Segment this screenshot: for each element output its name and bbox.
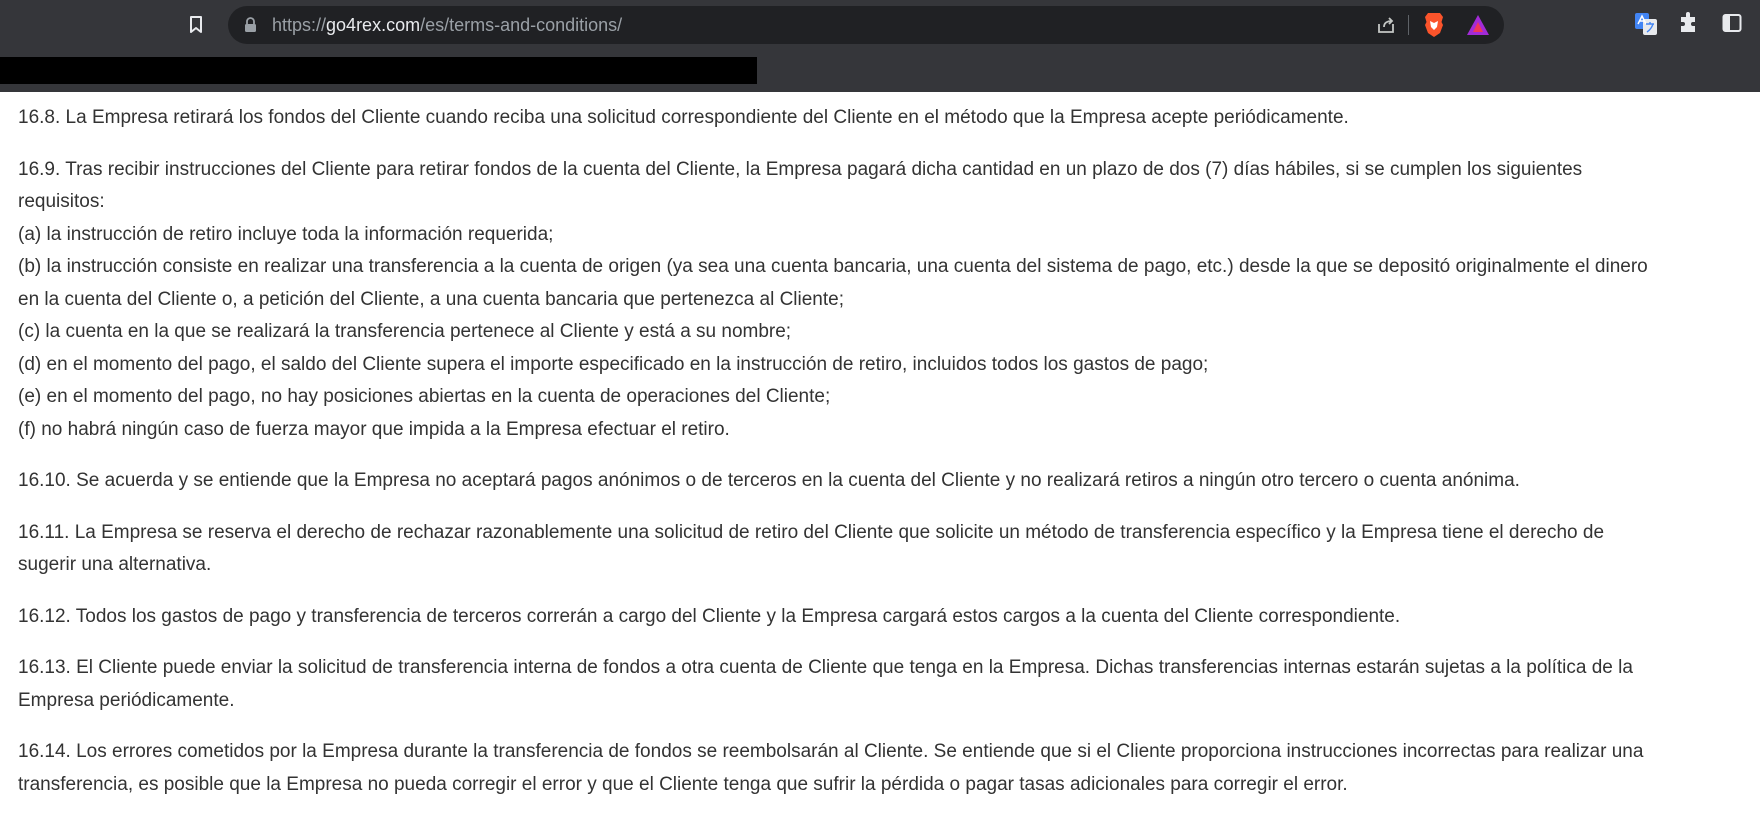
brave-rewards-icon[interactable] xyxy=(1466,14,1490,40)
text-line: Empresa periódicamente. xyxy=(18,689,235,711)
bookmark-icon[interactable] xyxy=(186,14,206,36)
text-line: 16.11. La Empresa se reserva el derecho … xyxy=(18,521,1605,543)
clause-16-14: 16.14. Los errores cometidos por la Empr… xyxy=(18,736,1760,801)
brave-shields-icon[interactable] xyxy=(1422,12,1446,42)
url-text[interactable]: https://go4rex.com/es/terms-and-conditio… xyxy=(272,15,622,36)
redacted-tab-strip xyxy=(0,57,757,84)
clause-16-12: 16.12. Todos los gastos de pago y transf… xyxy=(18,601,1760,634)
list-item-a: (a) la instrucción de retiro incluye tod… xyxy=(18,223,554,245)
clause-16-13: 16.13. El Cliente puede enviar la solici… xyxy=(18,652,1760,717)
lock-icon[interactable] xyxy=(244,17,257,36)
sidebar-icon[interactable] xyxy=(1722,13,1742,37)
browser-toolbar: https://go4rex.com/es/terms-and-conditio… xyxy=(0,0,1760,52)
browser-chrome: https://go4rex.com/es/terms-and-conditio… xyxy=(0,0,1760,92)
list-item-e: (e) en el momento del pago, no hay posic… xyxy=(18,386,831,407)
clause-16-10: 16.10. Se acuerda y se entiende que la E… xyxy=(18,465,1760,498)
omnibox-divider xyxy=(1408,15,1409,35)
list-item-c: (c) la cuenta en la que se realizará la … xyxy=(18,321,792,342)
list-item-d: (d) en el momento del pago, el saldo del… xyxy=(18,353,1209,375)
text-line: 16.9. Tras recibir instrucciones del Cli… xyxy=(18,158,1583,180)
text-line: 16.12. Todos los gastos de pago y transf… xyxy=(18,605,1401,627)
clause-16-8: 16.8. La Empresa retirará los fondos del… xyxy=(18,102,1760,135)
address-bar[interactable]: https://go4rex.com/es/terms-and-conditio… xyxy=(228,6,1504,44)
clause-16-9: 16.9. Tras recibir instrucciones del Cli… xyxy=(18,154,1760,447)
terms-content: 16.8. La Empresa retirará los fondos del… xyxy=(0,92,1760,836)
text-line: requisitos: xyxy=(18,191,105,212)
url-path: /es/terms-and-conditions/ xyxy=(420,15,623,35)
list-item-f: (f) no habrá ningún caso de fuerza mayor… xyxy=(18,418,730,440)
clause-16-11: 16.11. La Empresa se reserva el derecho … xyxy=(18,517,1760,582)
url-host: go4rex.com xyxy=(326,15,421,35)
translate-icon[interactable] xyxy=(1634,12,1658,40)
text-line: 16.13. El Cliente puede enviar la solici… xyxy=(18,657,1633,678)
share-icon[interactable] xyxy=(1376,15,1396,39)
list-item-b: (b) la instrucción consiste en realizar … xyxy=(18,256,1648,277)
text-line: 16.8. La Empresa retirará los fondos del… xyxy=(18,107,1349,128)
extensions-icon[interactable] xyxy=(1678,12,1700,38)
text-line: 16.14. Los errores cometidos por la Empr… xyxy=(18,741,1644,762)
text-line: transferencia, es posible que la Empresa… xyxy=(18,773,1348,795)
text-line: sugerir una alternativa. xyxy=(18,554,212,575)
text-line: en la cuenta del Cliente o, a petición d… xyxy=(18,288,844,310)
text-line: 16.10. Se acuerda y se entiende que la E… xyxy=(18,470,1520,491)
